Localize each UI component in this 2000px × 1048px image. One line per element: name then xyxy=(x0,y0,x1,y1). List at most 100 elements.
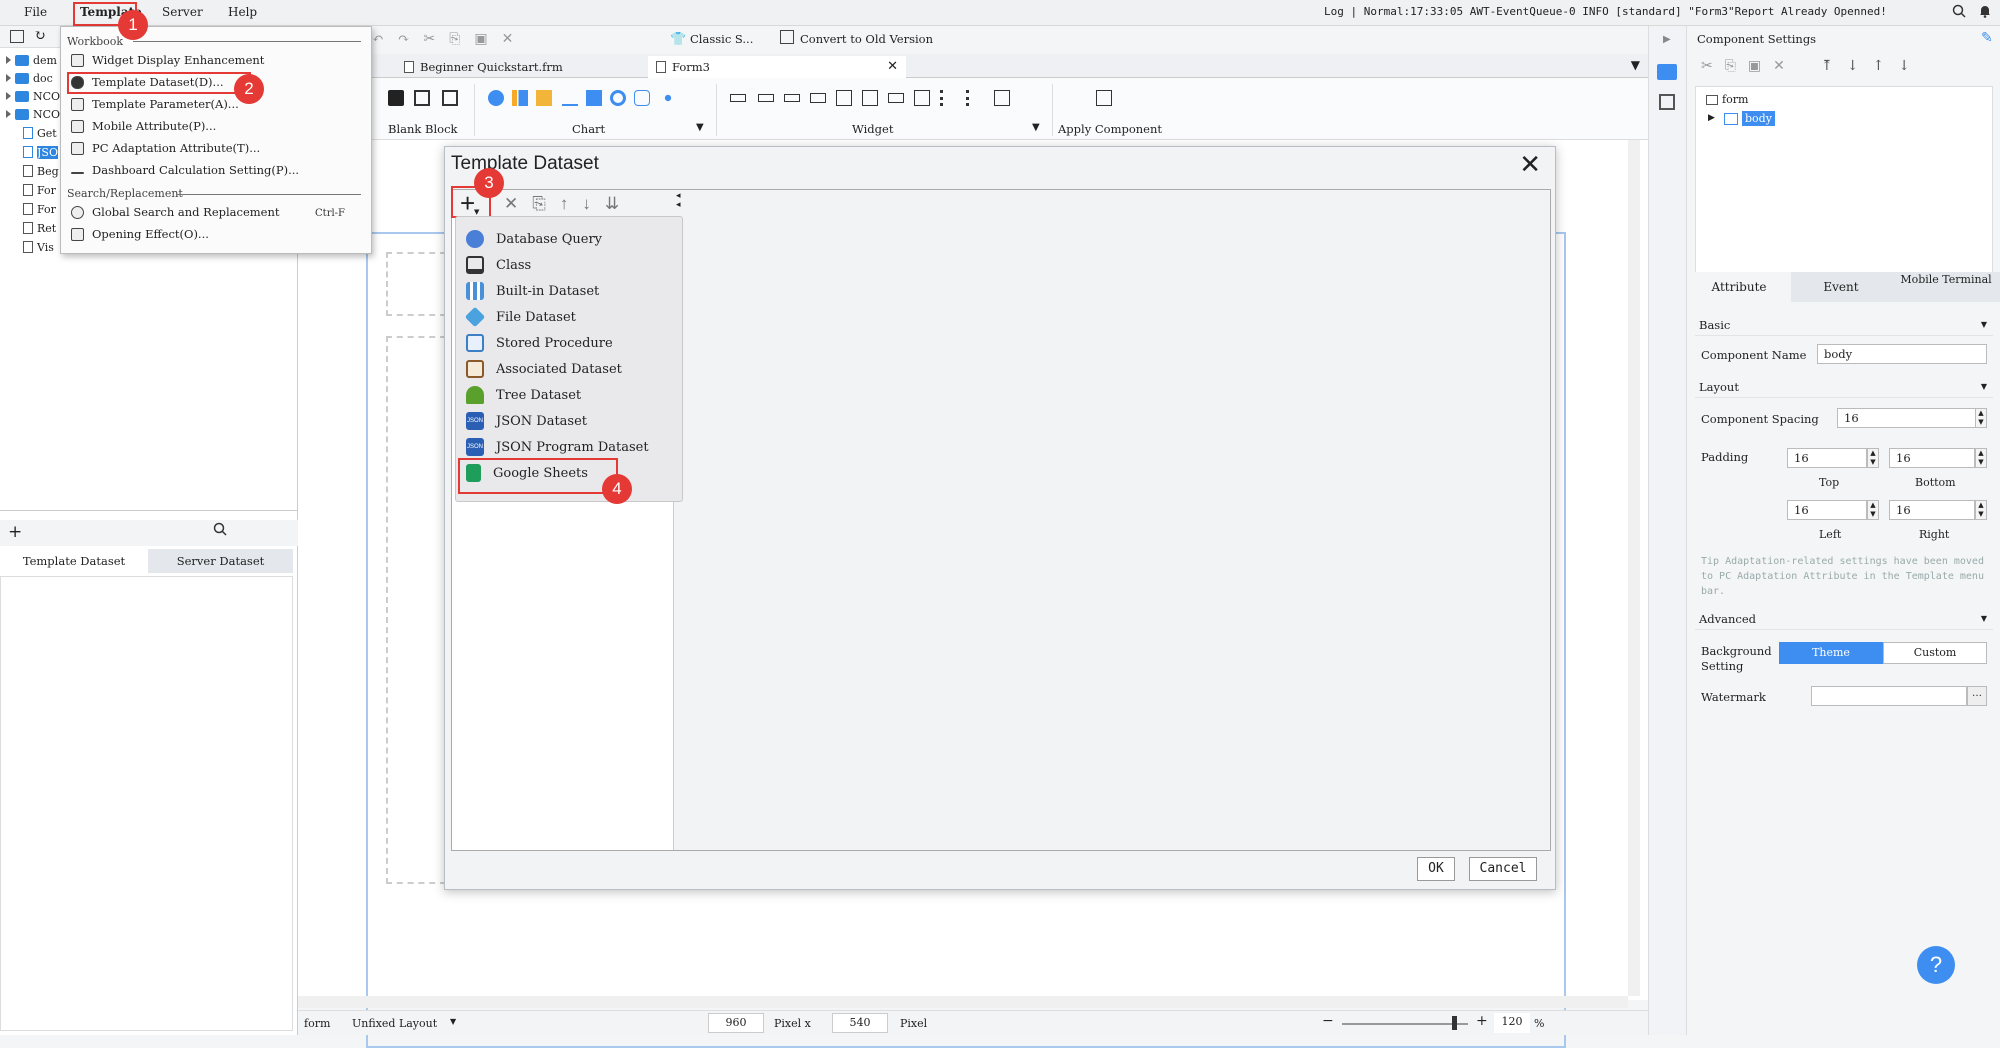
bar-chart-icon[interactable] xyxy=(512,90,528,106)
zoom-in-icon[interactable]: + xyxy=(1476,1013,1488,1029)
padding-right-stepper[interactable]: ▲ ▼ xyxy=(1975,500,1987,520)
convert-old-version-button[interactable]: Convert to Old Version xyxy=(800,32,933,46)
more-icon[interactable]: … xyxy=(1967,686,1987,706)
arrange-actions[interactable]: ⤒↓↑↓ xyxy=(1821,58,1924,74)
section-advanced[interactable]: Advanced ▼ xyxy=(1695,608,1993,630)
tab-attribute[interactable]: Attribute xyxy=(1687,272,1791,302)
tab-event[interactable]: Event xyxy=(1791,272,1891,302)
cancel-button[interactable]: Cancel xyxy=(1469,857,1537,881)
menu-item-tree-dataset[interactable]: Tree Dataset xyxy=(466,383,581,407)
bg-custom-button[interactable]: Custom xyxy=(1883,642,1987,664)
height-field[interactable]: 540 xyxy=(832,1013,888,1033)
classic-style-button[interactable]: Classic S... xyxy=(690,32,753,46)
watermark-field[interactable] xyxy=(1811,686,1967,706)
refresh-icon[interactable]: ↻ xyxy=(34,28,46,44)
menu-item-stored-procedure[interactable]: Stored Procedure xyxy=(466,331,613,355)
tree-item[interactable]: For xyxy=(6,200,56,218)
menu-help[interactable]: Help xyxy=(228,5,257,19)
horizontal-scrollbar[interactable] xyxy=(298,996,1628,1008)
block-placeholder[interactable] xyxy=(386,252,446,316)
tree-item[interactable]: JSO xyxy=(6,143,58,161)
width-field[interactable]: 960 xyxy=(708,1013,764,1033)
search-icon[interactable] xyxy=(213,522,227,536)
widget-icon[interactable] xyxy=(730,94,746,102)
pin-icon[interactable]: ✎ xyxy=(1981,30,1993,46)
spacing-stepper[interactable]: ▲ ▼ xyxy=(1975,408,1987,428)
menu-item-template-parameter[interactable]: Template Parameter(A)... xyxy=(71,97,239,111)
menu-item-database-query[interactable]: Database Query xyxy=(466,227,602,251)
widget-icon[interactable] xyxy=(994,90,1010,106)
edit-actions[interactable]: ↶↷✂⎘▣✕ xyxy=(372,31,632,47)
radar-chart-icon[interactable] xyxy=(634,90,650,106)
help-button[interactable]: ? xyxy=(1917,946,1955,984)
chevron-down-icon[interactable]: ▼ xyxy=(450,1017,456,1026)
padding-top-field[interactable]: 16 xyxy=(1787,448,1867,468)
blank-block-icon[interactable] xyxy=(388,90,404,106)
close-icon[interactable]: ✕ xyxy=(887,59,898,74)
widget-icon[interactable] xyxy=(836,90,852,106)
expand-icon[interactable]: ▶ xyxy=(1708,113,1715,123)
tree-item[interactable]: NCO xyxy=(6,105,60,123)
tree-item[interactable]: dem xyxy=(6,51,57,69)
tab-overflow-icon[interactable]: ▼ xyxy=(1631,58,1640,72)
tree-item[interactable]: Beg xyxy=(6,162,59,180)
layout-select[interactable]: Unfixed Layout xyxy=(352,1017,437,1030)
padding-left-stepper[interactable]: ▲ ▼ xyxy=(1867,500,1879,520)
menu-item-json-dataset[interactable]: JSON JSON Dataset xyxy=(466,409,587,433)
tree-form[interactable]: form xyxy=(1722,93,1748,106)
tree-body[interactable]: body xyxy=(1742,111,1775,126)
tree-item[interactable]: For xyxy=(6,181,56,199)
widget-icon[interactable] xyxy=(784,94,800,102)
zoom-slider-handle[interactable] xyxy=(1452,1016,1457,1030)
menu-item-global-search[interactable]: Global Search and Replacement xyxy=(71,205,280,219)
zoom-slider[interactable] xyxy=(1342,1023,1468,1025)
menu-item-json-program-dataset[interactable]: JSON JSON Program Dataset xyxy=(466,435,649,459)
menu-item-dashboard-calc[interactable]: Dashboard Calculation Setting(P)... xyxy=(71,163,299,177)
component-settings-icon[interactable] xyxy=(1657,64,1677,80)
section-layout[interactable]: Layout ▼ xyxy=(1695,376,1993,398)
widget-icon[interactable] xyxy=(810,93,826,103)
component-name-field[interactable]: body xyxy=(1817,344,1987,364)
padding-right-field[interactable]: 16 xyxy=(1889,500,1975,520)
tree-item[interactable]: Vis xyxy=(6,238,54,256)
tree-item[interactable]: Ret xyxy=(6,219,56,237)
add-dataset-icon[interactable]: + xyxy=(8,522,22,542)
chevron-down-icon[interactable]: ▼ xyxy=(1032,122,1040,133)
new-file-icon[interactable] xyxy=(10,30,24,43)
zoom-field[interactable]: 120 xyxy=(1494,1013,1530,1033)
spacing-field[interactable]: 16 xyxy=(1837,408,1977,428)
layout-settings-icon[interactable] xyxy=(1659,94,1675,110)
vertical-scrollbar[interactable] xyxy=(1628,140,1640,996)
menu-item-pc-adaptation[interactable]: PC Adaptation Attribute(T)... xyxy=(71,141,260,155)
menu-item-mobile-attribute[interactable]: Mobile Attribute(P)... xyxy=(71,119,216,133)
tab-mobile-terminal[interactable]: Mobile Terminal xyxy=(1891,272,2000,302)
collapse-icon[interactable]: ▶ xyxy=(1663,34,1671,45)
scatter-chart-icon[interactable] xyxy=(660,90,676,106)
bg-theme-button[interactable]: Theme xyxy=(1779,642,1883,664)
tab-server-dataset[interactable]: Server Dataset xyxy=(148,549,293,573)
tree-item[interactable]: doc xyxy=(6,69,53,87)
pie-chart-icon[interactable] xyxy=(488,90,504,106)
section-basic[interactable]: Basic ▼ xyxy=(1695,314,1993,336)
block-placeholder[interactable] xyxy=(386,336,446,884)
menu-item-class[interactable]: Class xyxy=(466,253,531,277)
menu-item-associated-dataset[interactable]: Associated Dataset xyxy=(466,357,622,381)
gauge-chart-icon[interactable] xyxy=(610,90,626,106)
menu-item-opening-effect[interactable]: Opening Effect(O)... xyxy=(71,227,209,241)
widget-icon[interactable] xyxy=(758,94,774,102)
padding-top-stepper[interactable]: ▲ ▼ xyxy=(1867,448,1879,468)
widget-icon[interactable] xyxy=(914,90,930,106)
collapse-handle-icon[interactable]: ◂ ◂ xyxy=(676,192,681,210)
zoom-out-icon[interactable]: − xyxy=(1322,1013,1334,1029)
menu-file[interactable]: File xyxy=(24,5,47,19)
tab-form3[interactable]: Form3 ✕ xyxy=(648,56,906,78)
dataset-actions[interactable]: ✕⎘↑↓⇊ xyxy=(504,194,633,214)
line-chart-icon[interactable] xyxy=(562,90,578,106)
edit-actions[interactable]: ✂⎘▣✕ xyxy=(1701,58,1797,74)
tree-item[interactable]: Get xyxy=(6,124,57,142)
padding-left-field[interactable]: 16 xyxy=(1787,500,1867,520)
tab-template-dataset[interactable]: Template Dataset xyxy=(0,549,148,573)
ok-button[interactable]: OK xyxy=(1417,857,1455,881)
menu-item-file-dataset[interactable]: File Dataset xyxy=(464,305,576,329)
table-layout-icon[interactable] xyxy=(442,90,458,106)
